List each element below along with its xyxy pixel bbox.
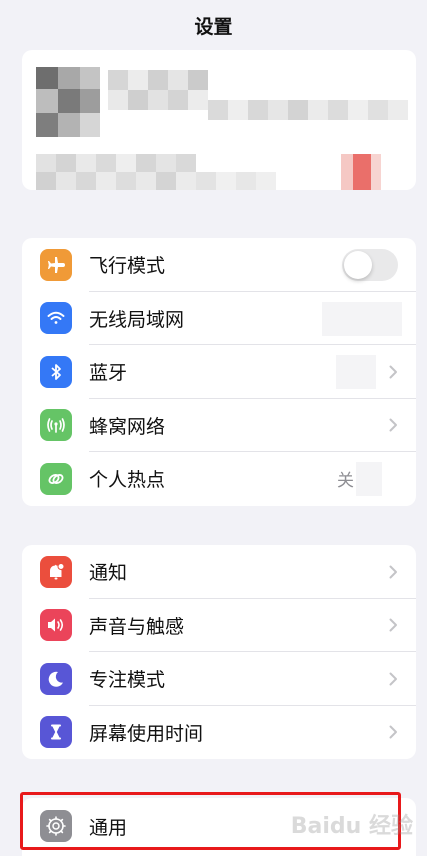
profile-name-obscured [108,70,408,134]
settings-row-personal-hotspot[interactable]: 个人热点 关 [22,452,416,506]
settings-row-label: 屏幕使用时间 [89,722,204,745]
settings-row-focus[interactable]: 专注模式 [22,652,416,706]
speaker-icon [40,609,72,642]
airplane-icon [40,248,72,281]
settings-row-airplane-mode[interactable]: 飞行模式 [22,238,416,292]
settings-row-screen-time[interactable]: 屏幕使用时间 [22,706,416,760]
wifi-value-obscured [322,301,402,336]
hotspot-status-value: 关 [337,471,354,492]
notification-bell-icon [40,555,72,588]
chevron-right-icon [389,565,397,579]
apple-id-profile-card[interactable] [22,50,416,190]
chevron-right-icon [389,672,397,686]
settings-row-label: 蓝牙 [89,362,128,385]
bluetooth-value-obscured [336,355,376,389]
chevron-right-icon [389,365,397,379]
moon-icon [40,662,72,695]
chevron-right-icon [389,725,397,739]
avatar [36,67,100,137]
network-settings-group: 飞行模式 无线局域网 蓝牙 蜂窝网络 个人热点 关 [22,238,416,506]
wifi-icon [40,302,72,335]
hotspot-icon [40,462,72,495]
settings-row-label: 飞行模式 [89,255,166,278]
chevron-right-icon [389,418,397,432]
settings-row-notifications[interactable]: 通知 [22,545,416,599]
cellular-icon [40,409,72,442]
settings-row-cellular[interactable]: 蜂窝网络 [22,399,416,452]
settings-row-label: 无线局域网 [89,308,185,331]
hotspot-value-obscured [356,462,382,496]
nav-title: 设置 [194,16,233,38]
settings-row-label: 通用 [89,816,128,839]
watermark: Baidu 经验 [290,814,413,839]
settings-row-label: 专注模式 [89,669,166,692]
gear-icon [40,810,72,842]
settings-row-bluetooth[interactable]: 蓝牙 [22,345,416,399]
settings-row-label: 声音与触感 [89,615,185,638]
settings-row-label: 通知 [89,562,128,585]
settings-row-label: 蜂窝网络 [89,415,166,438]
bluetooth-icon [40,355,72,388]
settings-row-wifi[interactable]: 无线局域网 [22,292,416,345]
profile-subrow-obscured [36,154,406,190]
hourglass-icon [40,716,72,749]
settings-row-label: 个人热点 [89,469,166,492]
notifications-settings-group: 通知 声音与触感 专注模式 屏幕使用时间 [22,545,416,759]
settings-row-sounds-haptics[interactable]: 声音与触感 [22,599,416,652]
airplane-mode-toggle[interactable] [342,248,398,281]
chevron-right-icon [389,618,397,632]
